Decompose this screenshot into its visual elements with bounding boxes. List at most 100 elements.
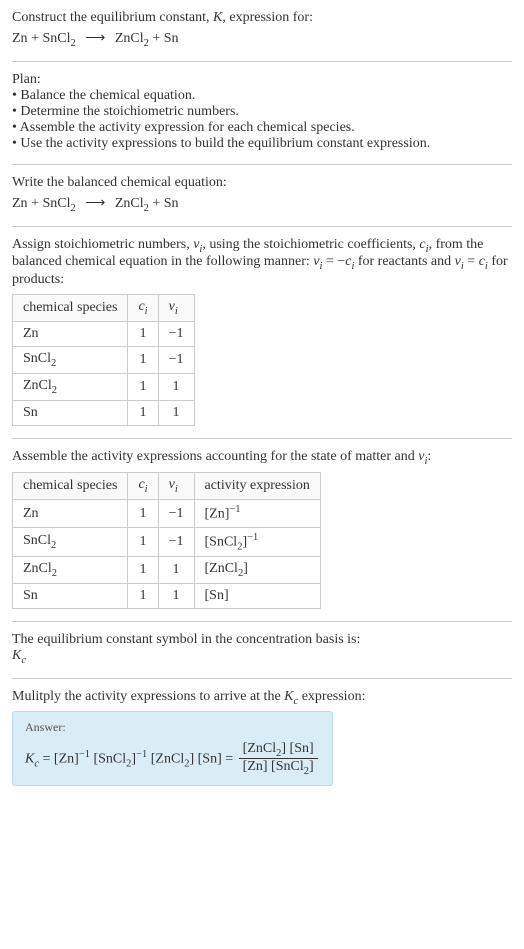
num-a: [ZnCl	[243, 741, 276, 756]
divider	[12, 226, 512, 227]
species-text: SnCl	[23, 533, 51, 548]
table-row: Zn 1 −1	[13, 321, 195, 346]
activity-title: Assemble the activity expressions accoun…	[12, 449, 512, 467]
eq-zn: Zn	[12, 196, 28, 211]
cell-ci: 1	[128, 321, 158, 346]
species-sub: 2	[51, 358, 56, 369]
nui-sub: i	[175, 484, 178, 495]
cell-nui: 1	[158, 584, 194, 609]
answer-equation: Kc = [Zn]−1 [SnCl2]−1 [ZnCl2] [Sn] = [Zn…	[25, 741, 320, 778]
act-base: [SnCl	[205, 534, 238, 549]
stoich-table: chemical species ci νi Zn 1 −1 SnCl2 1 −…	[12, 294, 195, 425]
cell-ci: 1	[128, 557, 158, 584]
col-nui: νi	[158, 473, 194, 500]
cell-ci: 1	[128, 584, 158, 609]
cell-nui: −1	[158, 500, 194, 528]
species-text: ZnCl	[23, 378, 52, 393]
rel-eq: = −	[322, 254, 345, 269]
symbol-section: The equilibrium constant symbol in the c…	[12, 632, 512, 666]
species-sub: 2	[52, 568, 57, 579]
plan-list: Balance the chemical equation. Determine…	[12, 88, 512, 152]
eq-zncl: ZnCl	[115, 196, 144, 211]
ans-t3a: [ZnCl	[151, 751, 184, 766]
kc-symbol: Kc	[12, 648, 512, 666]
cell-nui: −1	[158, 346, 194, 373]
act-base: [Zn]	[205, 507, 230, 522]
divider	[12, 61, 512, 62]
species-text: Zn	[23, 326, 39, 341]
table-row: ZnCl2 1 1 [ZnCl2]	[13, 557, 321, 584]
plan-item: Determine the stoichiometric numbers.	[12, 104, 512, 120]
eq-plus: +	[28, 31, 43, 46]
species-text: Sn	[23, 588, 38, 603]
cell-species: Zn	[13, 500, 128, 528]
ci-sub: i	[145, 484, 148, 495]
multiply-a: Mulitply the activity expressions to arr…	[12, 689, 284, 704]
ans-eq2: =	[222, 751, 237, 766]
table-header-row: chemical species ci νi	[13, 295, 195, 322]
activity-title-a: Assemble the activity expressions accoun…	[12, 449, 418, 464]
cell-activity: [SnCl2]−1	[194, 527, 320, 556]
activity-section: Assemble the activity expressions accoun…	[12, 449, 512, 610]
divider	[12, 621, 512, 622]
plan-section: Plan: Balance the chemical equation. Det…	[12, 72, 512, 152]
intro-text: Construct the equilibrium constant,	[12, 10, 213, 25]
stoich-text-a: Assign stoichiometric numbers,	[12, 237, 193, 252]
cell-nui: 1	[158, 400, 194, 425]
cell-nui: −1	[158, 321, 194, 346]
ans-den: [Zn] [SnCl2]	[239, 759, 318, 777]
eq-plus2: +	[149, 31, 164, 46]
col-species: chemical species	[13, 473, 128, 500]
plan-title: Plan:	[12, 72, 512, 88]
table-row: SnCl2 1 −1 [SnCl2]−1	[13, 527, 321, 556]
cell-species: SnCl2	[13, 346, 128, 373]
species-text: ZnCl	[23, 561, 52, 576]
cell-species: Zn	[13, 321, 128, 346]
species-text: Sn	[23, 405, 38, 420]
eq-sncl: SnCl	[42, 196, 70, 211]
ans-t1-exp: −1	[79, 749, 90, 760]
den-a: [Zn] [SnCl	[243, 759, 304, 774]
eq-sn: Sn	[164, 31, 179, 46]
ans-t2-exp: −1	[136, 749, 147, 760]
arrow-icon: ⟶	[85, 195, 105, 212]
act-base: [ZnCl	[205, 561, 238, 576]
stoich-section: Assign stoichiometric numbers, νi, using…	[12, 237, 512, 426]
ans-num: [ZnCl2] [Sn]	[239, 741, 318, 760]
act-base: [Sn]	[205, 588, 229, 603]
cell-nui: −1	[158, 527, 194, 556]
divider	[12, 164, 512, 165]
cell-species: Sn	[13, 400, 128, 425]
multiply-text: Mulitply the activity expressions to arr…	[12, 689, 512, 707]
intro-line: Construct the equilibrium constant, K, e…	[12, 10, 512, 26]
K-symbol: K	[213, 10, 222, 25]
nui-sub: i	[175, 306, 178, 317]
eq-zn: Zn	[12, 31, 28, 46]
cell-species: ZnCl2	[13, 557, 128, 584]
cell-species: Sn	[13, 584, 128, 609]
cell-ci: 1	[128, 346, 158, 373]
balanced-equation: Zn + SnCl2 ⟶ ZnCl2 + Sn	[12, 195, 512, 214]
eq-zncl: ZnCl	[115, 31, 144, 46]
cell-ci: 1	[128, 500, 158, 528]
cell-nui: 1	[158, 373, 194, 400]
ans-eq: =	[39, 751, 54, 766]
multiply-section: Mulitply the activity expressions to arr…	[12, 689, 512, 786]
kc-k: K	[12, 648, 21, 663]
cell-species: ZnCl2	[13, 373, 128, 400]
act-exp: −1	[229, 504, 240, 515]
multiply-kc: K	[284, 689, 293, 704]
activity-table: chemical species ci νi activity expressi…	[12, 472, 321, 609]
multiply-b: expression:	[298, 689, 365, 704]
rel2-eq: =	[464, 254, 479, 269]
eq-sncl-sub: 2	[70, 203, 75, 214]
activity-title-b: :	[427, 449, 431, 464]
stoich-text: Assign stoichiometric numbers, νi, using…	[12, 237, 512, 289]
table-header-row: chemical species ci νi activity expressi…	[13, 473, 321, 500]
act-exp: −1	[247, 532, 258, 543]
arrow-icon: ⟶	[85, 30, 105, 47]
col-species: chemical species	[13, 295, 128, 322]
species-text: Zn	[23, 506, 39, 521]
plan-item: Balance the chemical equation.	[12, 88, 512, 104]
col-activity: activity expression	[194, 473, 320, 500]
